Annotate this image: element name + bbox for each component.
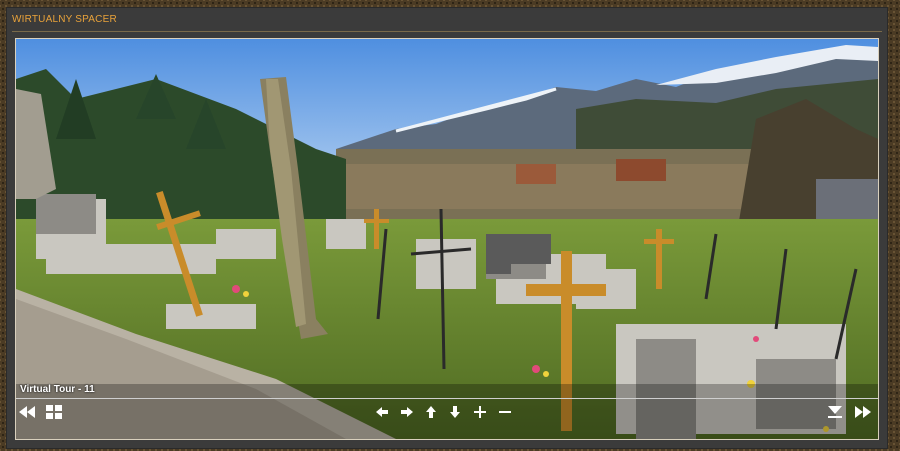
virtual-tour-panel: WIRTUALNY SPACER Virtual Tour - 11 bbox=[6, 7, 888, 449]
zoom-in-icon[interactable] bbox=[471, 403, 489, 421]
arrow-right-icon[interactable] bbox=[398, 403, 416, 421]
controls-divider bbox=[16, 398, 878, 399]
arrow-left-icon[interactable] bbox=[373, 403, 391, 421]
panel-title: WIRTUALNY SPACER bbox=[12, 14, 117, 25]
panorama-image[interactable] bbox=[16, 39, 878, 439]
grid-icon[interactable] bbox=[45, 403, 63, 421]
panorama-viewer[interactable]: Virtual Tour - 11 bbox=[15, 38, 879, 440]
title-divider bbox=[12, 31, 882, 32]
arrow-up-icon[interactable] bbox=[422, 403, 440, 421]
menu-down-icon[interactable] bbox=[826, 403, 844, 421]
zoom-out-icon[interactable] bbox=[496, 403, 514, 421]
tour-controls bbox=[16, 401, 878, 423]
tour-caption: Virtual Tour - 11 bbox=[20, 384, 95, 395]
rewind-icon[interactable] bbox=[18, 403, 36, 421]
fast-forward-icon[interactable] bbox=[854, 403, 872, 421]
arrow-down-icon[interactable] bbox=[446, 403, 464, 421]
